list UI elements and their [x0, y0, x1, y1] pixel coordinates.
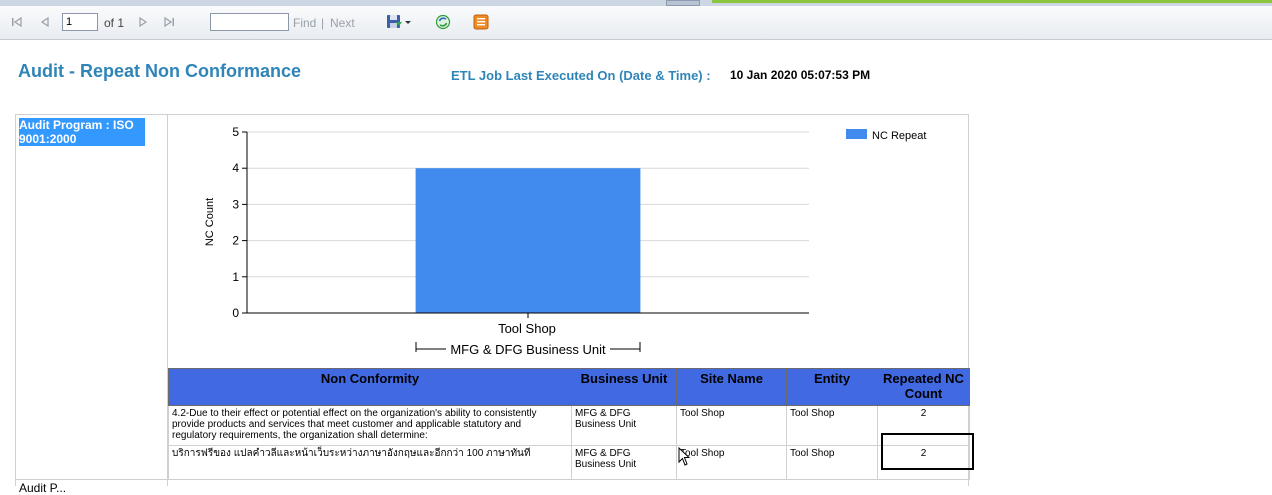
find-separator: | [321, 16, 325, 30]
chart-y-tick-label: 0 [232, 306, 239, 320]
program-column [15, 114, 168, 486]
table-header-row: Non Conformity Business Unit Site Name E… [168, 368, 970, 406]
top-accent-bar [712, 0, 1272, 3]
legend-swatch [846, 129, 867, 139]
cell-entity: Tool Shop [786, 445, 878, 480]
refresh-icon[interactable] [435, 14, 451, 35]
etl-label: ETL Job Last Executed On (Date & Time) : [451, 68, 711, 83]
cell-non-conformity: บริการฟรีของ แปลคำวลีและหน้าเว็บระหว่างภ… [168, 445, 572, 480]
col-header-entity: Entity [786, 368, 878, 406]
previous-page-icon[interactable] [39, 16, 51, 28]
table-row: 4.2-Due to their effect or potential eff… [168, 405, 970, 446]
cell-business-unit: MFG & DFG Business Unit [571, 405, 677, 446]
legend-label: NC Repeat [872, 130, 926, 142]
report-toolbar: of 1 Find | Next [0, 6, 1272, 40]
chart-bars [415, 168, 641, 313]
report-title: Audit - Repeat Non Conformance [18, 61, 302, 81]
col-header-business-unit: Business Unit [571, 368, 677, 406]
cell-non-conformity: 4.2-Due to their effect or potential eff… [168, 405, 572, 446]
chart-y-tick-label: 2 [232, 234, 239, 248]
cell-business-unit: MFG & DFG Business Unit [571, 445, 677, 480]
first-page-icon[interactable] [11, 16, 23, 28]
cell-site-name: Tool Shop [676, 405, 787, 446]
mouse-cursor-icon [678, 446, 692, 472]
page-number-input[interactable] [62, 13, 98, 31]
col-header-non-conformity: Non Conformity [168, 368, 572, 406]
chart-y-tick-label: 4 [232, 161, 239, 175]
etl-value: 10 Jan 2020 05:07:53 PM [730, 68, 871, 82]
col-header-site-name: Site Name [676, 368, 787, 406]
last-page-icon[interactable] [163, 16, 175, 28]
cell-site-name: Tool Shop [676, 445, 787, 480]
nc-table: Non Conformity Business Unit Site Name E… [168, 368, 970, 480]
chart-y-tick-label: 1 [232, 270, 239, 284]
cell-entity: Tool Shop [786, 405, 878, 446]
chart-bar[interactable] [415, 168, 641, 313]
chart-svg: 0 1 2 3 4 5 NC Count Tool Shop MFG & DFG Busi… [204, 125, 926, 357]
audit-program-label[interactable]: Audit Program : ISO 9001:2000 [19, 118, 145, 146]
table-row: บริการฟรีของ แปลคำวลีและหน้าเว็บระหว่างภ… [168, 445, 970, 480]
selected-cell-outline [881, 433, 974, 470]
page-count-label: of 1 [104, 16, 125, 30]
chart-y-tick-label: 5 [232, 125, 239, 139]
chart-category-label: Tool Shop [498, 321, 556, 336]
chart-y-tick-label: 3 [232, 197, 239, 211]
col-header-repeated-count: Repeated NC Count [877, 368, 970, 406]
export-save-icon[interactable] [386, 14, 414, 35]
find-input[interactable] [210, 13, 289, 31]
document-map-icon[interactable] [473, 14, 489, 35]
find-link[interactable]: Find [293, 16, 316, 30]
chart-y-axis-label: NC Count [204, 198, 216, 246]
chart-group-label: MFG & DFG Business Unit [450, 342, 606, 357]
next-page-icon[interactable] [137, 16, 149, 28]
next-audit-program-label[interactable]: Audit P... [19, 481, 66, 495]
nc-repeat-chart: 0 1 2 3 4 5 NC Count Tool Shop MFG & DFG Busi… [168, 114, 968, 368]
next-link[interactable]: Next [330, 16, 355, 30]
chart-y-ticks: 0 1 2 3 4 5 [232, 125, 247, 320]
